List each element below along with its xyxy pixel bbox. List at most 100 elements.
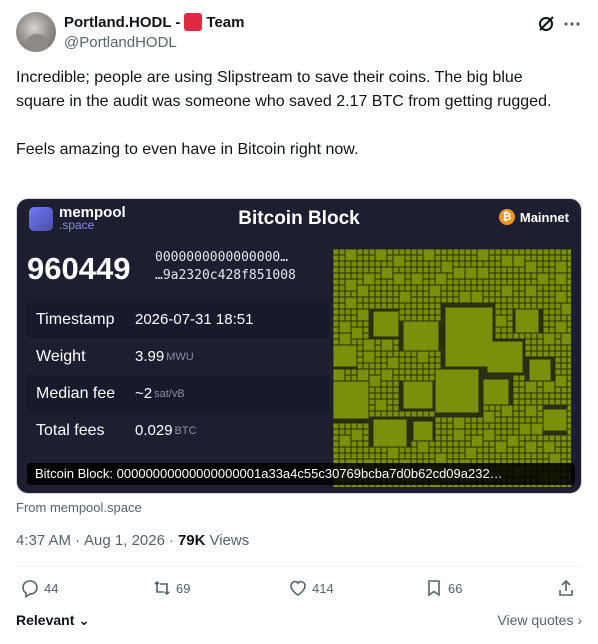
- treemap-tx-block: [555, 375, 567, 387]
- mempool-block-card[interactable]: mempool .space Bitcoin Block ₿ Mainnet 9…: [16, 198, 582, 494]
- treemap-tx-block: [531, 453, 537, 459]
- treemap-tx-block: [507, 327, 513, 333]
- treemap-tx-block: [549, 303, 555, 309]
- avatar[interactable]: [16, 12, 56, 52]
- treemap-tx-block: [363, 273, 375, 285]
- treemap-tx-block: [501, 327, 507, 333]
- treemap-tx-block: [531, 339, 537, 345]
- treemap-tx-block: [375, 303, 381, 309]
- treemap-tx-block: [339, 309, 345, 315]
- treemap-tx-block: [435, 303, 441, 309]
- treemap-tx-block: [543, 381, 555, 393]
- treemap-tx-block: [555, 273, 567, 285]
- treemap-tx-block: [413, 421, 433, 441]
- treemap-tx-block: [393, 405, 399, 411]
- treemap-tx-block: [399, 351, 405, 357]
- repost-button[interactable]: 69: [152, 578, 190, 598]
- detail-row-weight: Weight 3.99 MWU: [27, 338, 329, 375]
- author-name[interactable]: Portland.HODL -: [64, 14, 180, 31]
- treemap-tx-block: [567, 249, 571, 255]
- treemap-tx-block: [357, 273, 363, 279]
- treemap-tx-block: [495, 267, 501, 273]
- treemap-tx-block: [495, 255, 501, 261]
- sort-label: Relevant: [16, 612, 75, 628]
- treemap-tx-block: [333, 453, 339, 459]
- treemap-tx-block: [393, 273, 405, 285]
- treemap-tx-block: [369, 297, 375, 303]
- treemap-tx-block: [363, 261, 369, 267]
- treemap-tx-block: [333, 315, 339, 321]
- treemap-tx-block: [423, 411, 429, 417]
- card-source[interactable]: From mempool.space: [16, 500, 142, 515]
- treemap-tx-block: [531, 435, 537, 441]
- detail-unit: MWU: [166, 350, 194, 363]
- treemap-tx-block: [333, 339, 339, 345]
- treemap-tx-block: [333, 261, 339, 267]
- treemap-tx-block: [495, 297, 501, 303]
- tweet-date[interactable]: Aug 1, 2026: [84, 532, 165, 549]
- share-button[interactable]: [556, 578, 580, 598]
- treemap-tx-block: [375, 345, 381, 351]
- treemap-tx-block: [513, 453, 519, 459]
- author-handle[interactable]: @PortlandHODL: [64, 34, 177, 51]
- treemap-tx-block: [459, 447, 465, 453]
- treemap-tx-block: [429, 357, 435, 363]
- treemap-tx-block: [435, 351, 441, 357]
- treemap-tx-block: [345, 429, 351, 435]
- treemap-tx-block: [441, 261, 453, 273]
- reply-button[interactable]: 44: [20, 578, 58, 598]
- treemap-tx-block: [369, 261, 375, 267]
- treemap-tx-block: [423, 291, 429, 297]
- treemap-tx-block: [507, 297, 513, 303]
- treemap-tx-block: [477, 249, 489, 261]
- treemap-tx-block: [435, 363, 441, 369]
- treemap-tx-block: [519, 393, 525, 399]
- treemap-tx-block: [357, 303, 363, 309]
- treemap-tx-block: [429, 303, 435, 309]
- treemap-tx-block: [345, 279, 357, 291]
- views-count: 79K: [177, 532, 206, 549]
- like-button[interactable]: 414: [288, 578, 334, 598]
- treemap-tx-block: [531, 303, 537, 309]
- treemap-tx-block: [453, 447, 459, 453]
- block-details: Timestamp 2026-07-31 18:51 Weight 3.99 M…: [27, 301, 329, 449]
- treemap-tx-block: [555, 363, 561, 369]
- treemap-tx-block: [495, 453, 501, 459]
- treemap-tx-block: [357, 285, 369, 297]
- view-quotes-link[interactable]: View quotes ›: [497, 612, 582, 628]
- treemap-tx-block: [411, 303, 417, 309]
- treemap-tx-block: [477, 417, 483, 423]
- treemap-tx-block: [339, 303, 345, 309]
- treemap-tx-block: [501, 267, 507, 273]
- treemap-tx-block: [381, 387, 387, 393]
- treemap-tx-block: [381, 357, 387, 363]
- detail-unit: sat/vB: [154, 387, 185, 400]
- treemap-tx-block: [373, 419, 407, 447]
- treemap-tx-block: [543, 291, 549, 297]
- grok-icon[interactable]: [536, 14, 556, 34]
- treemap-tx-block: [507, 303, 513, 309]
- treemap-tx-block: [429, 309, 435, 315]
- treemap-tx-block: [537, 441, 543, 447]
- sort-dropdown[interactable]: Relevant ⌄: [16, 612, 90, 629]
- treemap-tx-block: [515, 309, 539, 333]
- more-options-icon[interactable]: [562, 14, 582, 34]
- treemap-tx-block: [345, 249, 357, 261]
- bookmark-button[interactable]: 66: [424, 578, 462, 598]
- tweet-time[interactable]: 4:37 AM: [16, 532, 71, 549]
- treemap-tx-block: [471, 255, 477, 261]
- treemap-tx-block: [411, 273, 423, 285]
- treemap-tx-block: [525, 405, 537, 417]
- treemap-tx-block: [561, 255, 567, 261]
- team-label[interactable]: Team: [206, 14, 244, 31]
- action-bar: 44 69 414 66: [16, 578, 582, 608]
- treemap-tx-block: [339, 435, 351, 447]
- treemap-tx-block: [567, 255, 571, 261]
- treemap-tx-block: [375, 387, 381, 393]
- treemap-tx-block: [519, 273, 525, 279]
- treemap-tx-block: [471, 291, 483, 303]
- author-name-row[interactable]: Portland.HODL - Team: [64, 13, 244, 31]
- treemap-tx-block: [435, 423, 441, 429]
- treemap-tx-block: [393, 399, 399, 405]
- treemap-tx-block: [513, 303, 519, 309]
